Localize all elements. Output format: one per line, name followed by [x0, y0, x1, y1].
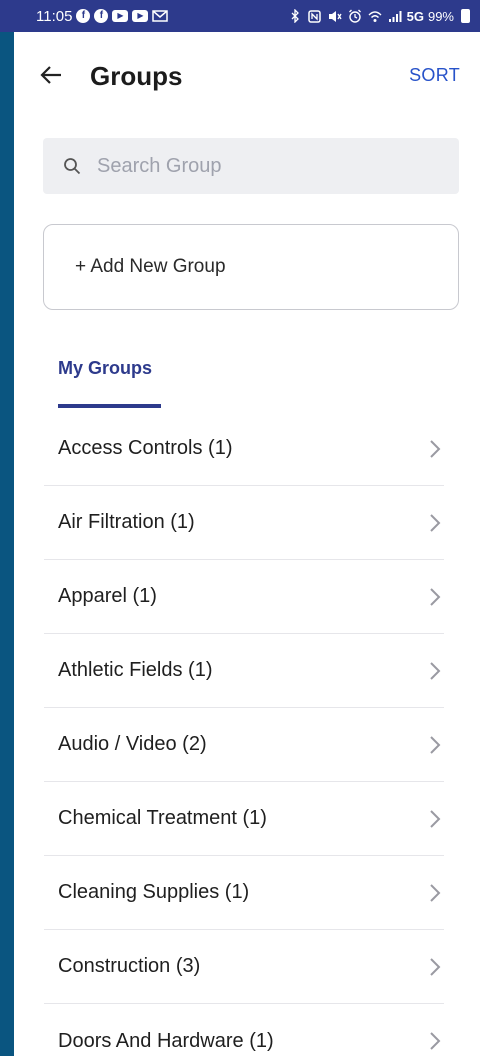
- group-list-item[interactable]: Air Filtration (1): [44, 486, 444, 560]
- group-label: Athletic Fields (1): [58, 659, 213, 681]
- group-label: Cleaning Supplies (1): [58, 881, 250, 903]
- back-arrow-icon: [40, 66, 61, 84]
- alarm-icon: [347, 9, 363, 23]
- page-title: Groups: [90, 61, 183, 91]
- group-label: Construction (3): [58, 955, 201, 977]
- group-list-item[interactable]: Access Controls (1): [44, 412, 444, 486]
- groups-list: Access Controls (1) Air Filtration (1) A…: [14, 412, 480, 1056]
- chevron-right-icon: [430, 883, 441, 902]
- chevron-right-icon: [430, 587, 441, 606]
- group-label: Audio / Video (2): [58, 733, 207, 755]
- add-new-group-label: + Add New Group: [75, 256, 226, 277]
- sort-button[interactable]: SORT: [409, 65, 460, 86]
- status-time: 11:05: [36, 7, 73, 25]
- group-list-item[interactable]: Apparel (1): [44, 560, 444, 634]
- chevron-right-icon: [430, 957, 441, 976]
- wifi-icon: [367, 9, 383, 23]
- chevron-right-icon: [430, 439, 441, 458]
- search-icon: [64, 158, 81, 175]
- facebook-icon: f: [94, 9, 109, 23]
- group-label: Access Controls (1): [58, 437, 233, 459]
- group-list-item[interactable]: Doors And Hardware (1): [44, 1004, 444, 1056]
- tab-my-groups[interactable]: My Groups: [58, 358, 161, 408]
- group-label: Apparel (1): [58, 585, 157, 607]
- search-input[interactable]: [97, 154, 437, 178]
- status-right: 5G 99%: [287, 9, 470, 24]
- mail-icon: [152, 9, 169, 23]
- facebook-icon: f: [76, 9, 91, 23]
- youtube-icon: ▶: [112, 10, 129, 22]
- chevron-right-icon: [430, 735, 441, 754]
- app-header: Groups SORT: [14, 32, 480, 118]
- group-list-item[interactable]: Construction (3): [44, 930, 444, 1004]
- mute-icon: [327, 9, 343, 23]
- group-list-item[interactable]: Chemical Treatment (1): [44, 782, 444, 856]
- groups-screen: Groups SORT + Add New Group My Groups Ac…: [14, 32, 480, 1056]
- group-label: Doors And Hardware (1): [58, 1029, 274, 1052]
- chevron-right-icon: [430, 513, 441, 532]
- group-label: Chemical Treatment (1): [58, 807, 267, 829]
- status-bar: 11:05 f f ▶ ▶ 5G 99%: [0, 0, 480, 32]
- bluetooth-icon: [287, 9, 303, 23]
- network-type: 5G: [406, 8, 424, 24]
- group-list-item[interactable]: Cleaning Supplies (1): [44, 856, 444, 930]
- battery-icon: [461, 9, 470, 23]
- group-label: Air Filtration (1): [58, 511, 195, 533]
- group-list-item[interactable]: Athletic Fields (1): [44, 634, 444, 708]
- tab-active-indicator: [58, 404, 161, 408]
- search-bar[interactable]: [43, 138, 459, 194]
- back-button[interactable]: [36, 60, 66, 90]
- battery-percent: 99%: [427, 8, 454, 24]
- nfc-icon: [307, 9, 323, 23]
- chevron-right-icon: [430, 661, 441, 680]
- chevron-right-icon: [430, 1032, 441, 1050]
- tab-my-groups-label: My Groups: [58, 358, 153, 378]
- chevron-right-icon: [430, 809, 441, 828]
- youtube-icon: ▶: [132, 10, 149, 22]
- signal-icon: [387, 9, 403, 23]
- status-left: 11:05 f f ▶ ▶: [36, 7, 169, 25]
- background-strip: [0, 0, 14, 1056]
- add-new-group-button[interactable]: + Add New Group: [43, 224, 459, 310]
- group-list-item[interactable]: Audio / Video (2): [44, 708, 444, 782]
